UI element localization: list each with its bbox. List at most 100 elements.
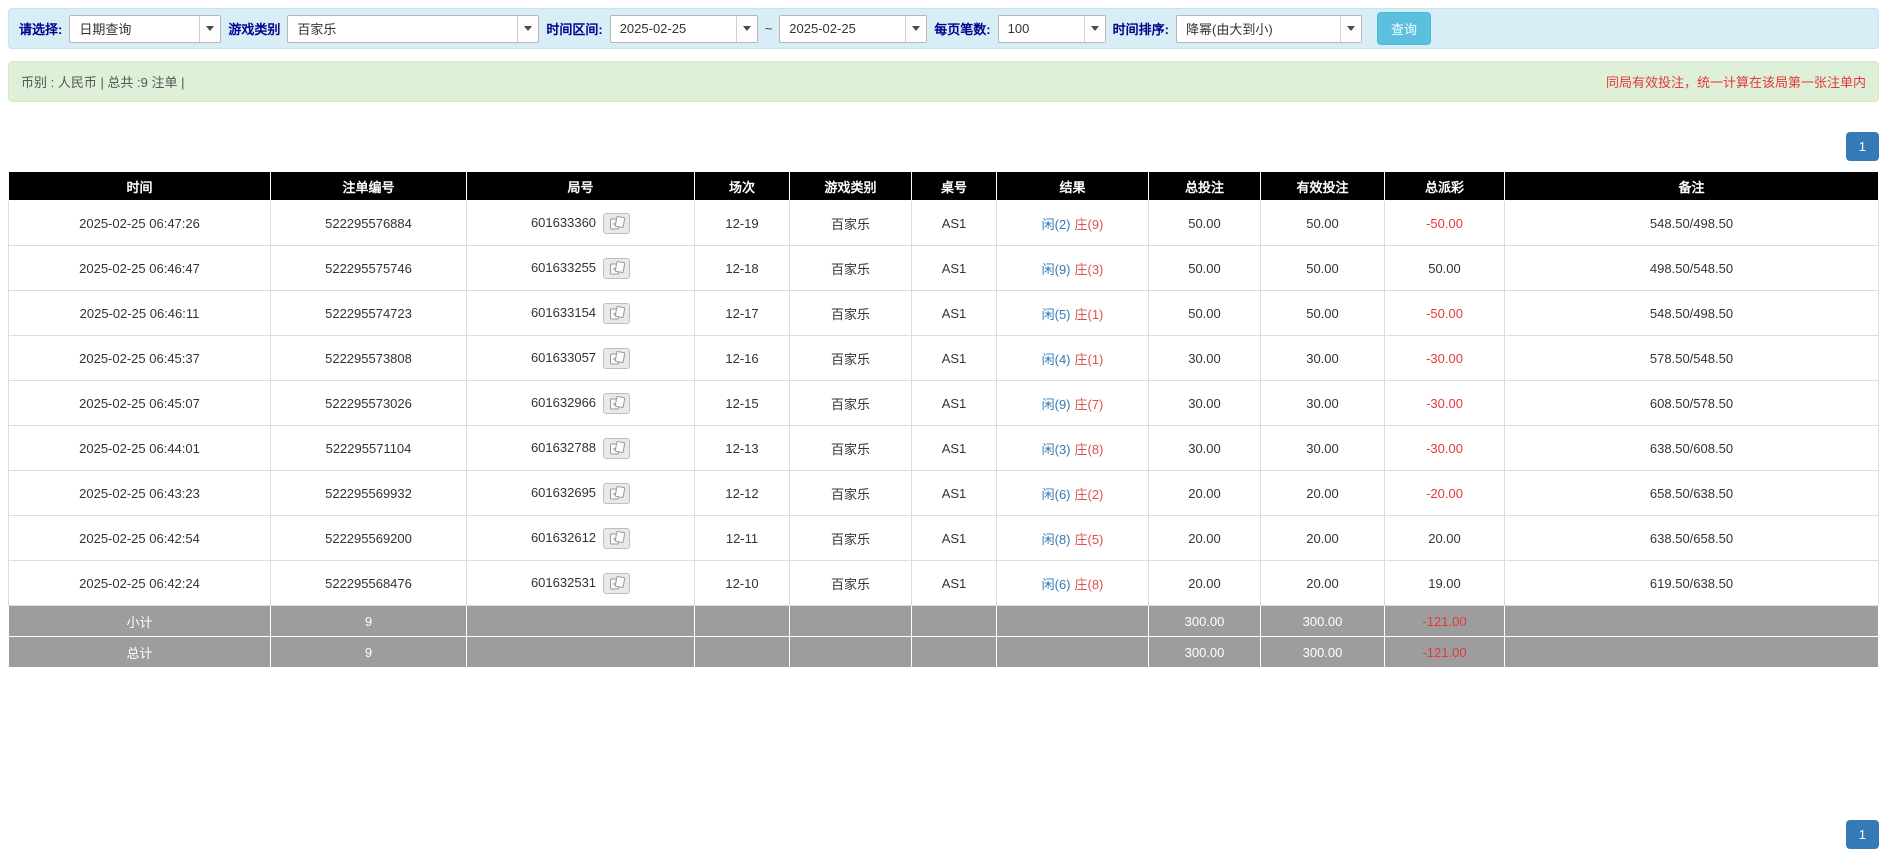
- view-cards-button[interactable]: [603, 258, 630, 279]
- round-number: 601632695: [531, 484, 596, 499]
- grand-total-payout: -121.00: [1385, 637, 1505, 668]
- round-number: 601632612: [531, 529, 596, 544]
- cell-valid-bet: 30.00: [1261, 381, 1385, 426]
- subtotal-empty-cell: [912, 606, 997, 637]
- table-row: 2025-02-25 06:47:26 522295576884 6016333…: [9, 201, 1879, 246]
- query-type-combobox[interactable]: 日期查询: [69, 15, 221, 43]
- cell-payout: -50.00: [1385, 201, 1505, 246]
- cell-time: 2025-02-25 06:46:11: [9, 291, 271, 336]
- cell-session: 12-10: [695, 561, 790, 606]
- view-cards-button[interactable]: [603, 303, 630, 324]
- bet-records-table: 时间 注单编号 局号 场次 游戏类别 桌号 结果 总投注 有效投注 总派彩 备注…: [8, 171, 1879, 668]
- cell-game-type: 百家乐: [790, 426, 912, 471]
- view-cards-button[interactable]: [603, 438, 630, 459]
- cell-payout: -50.00: [1385, 291, 1505, 336]
- page-1-button[interactable]: 1: [1846, 132, 1879, 161]
- game-type-label: 游戏类别: [228, 19, 280, 38]
- header-remark: 备注: [1505, 172, 1879, 201]
- cell-valid-bet: 20.00: [1261, 471, 1385, 516]
- cell-result: 闲(5)庄(1): [997, 291, 1149, 336]
- grand-total-valid-bet: 300.00: [1261, 637, 1385, 668]
- sort-dropdown-button[interactable]: [1340, 16, 1361, 42]
- cell-session: 12-19: [695, 201, 790, 246]
- date-to-value: 2025-02-25: [780, 16, 905, 42]
- query-button[interactable]: 查询: [1377, 12, 1431, 45]
- view-cards-button[interactable]: [603, 348, 630, 369]
- round-number: 601633154: [531, 304, 596, 319]
- cell-table: AS1: [912, 246, 997, 291]
- cell-payout: 20.00: [1385, 516, 1505, 561]
- game-type-dropdown-button[interactable]: [517, 16, 538, 42]
- cell-game-type: 百家乐: [790, 471, 912, 516]
- currency-total-text: 币别 : 人民币 | 总共 :9 注单 |: [21, 72, 185, 91]
- chevron-down-icon: [524, 26, 532, 31]
- cell-time: 2025-02-25 06:46:47: [9, 246, 271, 291]
- table-row: 2025-02-25 06:46:47 522295575746 6016332…: [9, 246, 1879, 291]
- date-from-dropdown-button[interactable]: [736, 16, 757, 42]
- per-page-label: 每页笔数:: [934, 19, 990, 38]
- result-banker: 庄(7): [1075, 397, 1104, 412]
- per-page-dropdown-button[interactable]: [1084, 16, 1105, 42]
- query-type-dropdown-button[interactable]: [199, 16, 220, 42]
- view-cards-button[interactable]: [603, 483, 630, 504]
- cell-table: AS1: [912, 381, 997, 426]
- cell-total-bet: 50.00: [1149, 246, 1261, 291]
- cell-result: 闲(2)庄(9): [997, 201, 1149, 246]
- playing-cards-icon: [609, 576, 625, 590]
- date-to-dropdown-button[interactable]: [905, 16, 926, 42]
- round-number: 601632788: [531, 439, 596, 454]
- cell-valid-bet: 50.00: [1261, 291, 1385, 336]
- cell-bet-id: 522295573026: [271, 381, 467, 426]
- cell-total-bet: 30.00: [1149, 336, 1261, 381]
- cell-remark: 608.50/578.50: [1505, 381, 1879, 426]
- result-player: 闲(6): [1042, 487, 1071, 502]
- subtotal-empty-cell: [467, 606, 695, 637]
- table-row: 2025-02-25 06:42:24 522295568476 6016325…: [9, 561, 1879, 606]
- filter-bar: 请选择: 日期查询 游戏类别 百家乐 时间区间: 2025-02-25 ~ 20…: [8, 8, 1879, 49]
- grand-total-empty-cell: [695, 637, 790, 668]
- cell-bet-id: 522295573808: [271, 336, 467, 381]
- playing-cards-icon: [609, 486, 625, 500]
- game-type-combobox[interactable]: 百家乐: [287, 15, 539, 43]
- notice-text: 同局有效投注，统一计算在该局第一张注单内: [1606, 72, 1866, 91]
- cell-table: AS1: [912, 201, 997, 246]
- per-page-combobox[interactable]: 100: [998, 15, 1106, 43]
- cell-remark: 548.50/498.50: [1505, 291, 1879, 336]
- cell-round: 601632966: [467, 381, 695, 426]
- cell-round: 601633057: [467, 336, 695, 381]
- cell-round: 601633154: [467, 291, 695, 336]
- date-to-picker[interactable]: 2025-02-25: [779, 15, 927, 43]
- cell-bet-id: 522295575746: [271, 246, 467, 291]
- view-cards-button[interactable]: [603, 528, 630, 549]
- cell-valid-bet: 20.00: [1261, 561, 1385, 606]
- result-player: 闲(2): [1042, 217, 1071, 232]
- cell-payout: 50.00: [1385, 246, 1505, 291]
- sort-combobox[interactable]: 降幂(由大到小): [1176, 15, 1362, 43]
- chevron-down-icon: [1091, 26, 1099, 31]
- cell-total-bet: 20.00: [1149, 561, 1261, 606]
- subtotal-total-bet: 300.00: [1149, 606, 1261, 637]
- cell-session: 12-16: [695, 336, 790, 381]
- cell-game-type: 百家乐: [790, 381, 912, 426]
- cell-total-bet: 30.00: [1149, 381, 1261, 426]
- chevron-down-icon: [912, 26, 920, 31]
- header-session: 场次: [695, 172, 790, 201]
- view-cards-button[interactable]: [603, 393, 630, 414]
- round-number: 601633360: [531, 214, 596, 229]
- header-result: 结果: [997, 172, 1149, 201]
- sort-value: 降幂(由大到小): [1177, 16, 1340, 42]
- view-cards-button[interactable]: [603, 573, 630, 594]
- grand-total-empty-cell: [997, 637, 1149, 668]
- page-1-button[interactable]: 1: [1846, 820, 1879, 849]
- cell-table: AS1: [912, 426, 997, 471]
- cell-result: 闲(6)庄(8): [997, 561, 1149, 606]
- view-cards-button[interactable]: [603, 213, 630, 234]
- cell-payout: -30.00: [1385, 336, 1505, 381]
- cell-total-bet: 20.00: [1149, 471, 1261, 516]
- cell-result: 闲(9)庄(3): [997, 246, 1149, 291]
- round-number: 601632531: [531, 574, 596, 589]
- cell-remark: 578.50/548.50: [1505, 336, 1879, 381]
- cell-remark: 658.50/638.50: [1505, 471, 1879, 516]
- playing-cards-icon: [609, 351, 625, 365]
- date-from-picker[interactable]: 2025-02-25: [610, 15, 758, 43]
